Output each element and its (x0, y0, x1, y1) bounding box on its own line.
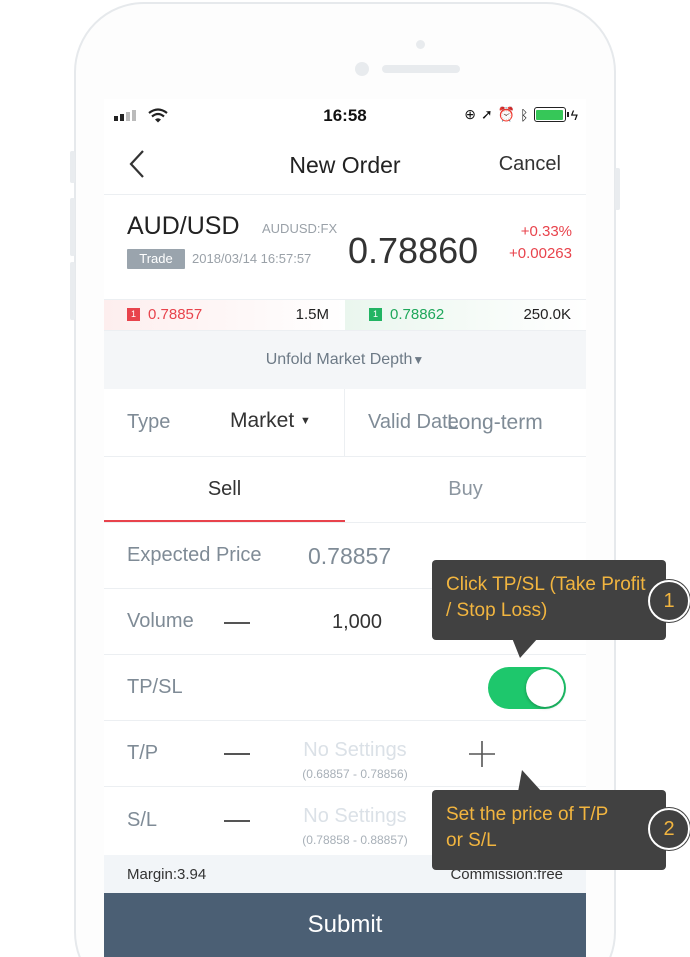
submit-label: Submit (307, 911, 383, 938)
charging-icon: ϟ (570, 106, 578, 123)
nav-bar: New Order Cancel (104, 133, 586, 195)
order-type-select[interactable]: Market ▼ (230, 409, 311, 433)
expected-price-value: 0.78857 (308, 543, 392, 569)
column-divider (344, 389, 345, 456)
ask-level-badge: 1 (369, 308, 382, 321)
tpsl-row: TP/SL (104, 655, 586, 721)
bid-level-badge: 1 (127, 308, 140, 321)
cancel-button[interactable]: Cancel (499, 153, 561, 176)
tooltip-pointer (518, 770, 542, 792)
symbol-code: AUDUSD:FX (262, 221, 338, 236)
tooltip-price-setting-text: Set the price of T/P or S/L (446, 804, 608, 851)
tab-buy-label: Buy (448, 478, 483, 500)
tp-range: (0.68857 - 0.78856) (302, 767, 408, 781)
bluetooth-icon: ᛒ (520, 106, 529, 123)
take-profit-row: T/P No Settings (0.68857 - 0.78856) (104, 721, 586, 787)
unfold-label: Unfold Market Depth (265, 351, 413, 368)
status-bar: 16:58 ⊕ ➚ ⏰ ᛒ ϟ (104, 99, 586, 133)
sl-decrease-button[interactable] (224, 820, 250, 822)
tp-decrease-button[interactable] (224, 753, 250, 755)
ask-price: 0.78862 (390, 306, 445, 323)
bid-price: 0.78857 (148, 306, 203, 323)
order-type-value: Market (230, 409, 295, 432)
tooltip-pointer (512, 638, 538, 658)
sl-label: S/L (127, 809, 158, 831)
ask-volume: 250.0K (523, 306, 571, 323)
unfold-market-depth-button[interactable]: Unfold Market Depth▼ (104, 331, 586, 389)
expected-price-label: Expected Price (127, 544, 262, 566)
tp-increase-button[interactable] (468, 740, 496, 768)
quote-header: AUD/USD AUDUSD:FX Trade 2018/03/14 16:57… (104, 195, 586, 299)
orientation-lock-icon: ⊕ (464, 106, 476, 122)
bid-level[interactable]: 1 0.78857 1.5M (104, 300, 345, 330)
change-percent: +0.33% (520, 223, 572, 240)
caret-down-icon: ▼ (300, 415, 311, 427)
step-badge-1: 1 (648, 580, 690, 622)
front-camera (355, 62, 369, 76)
tp-label: T/P (127, 742, 159, 764)
tab-buy[interactable]: Buy (345, 457, 586, 522)
sl-input[interactable]: No Settings (295, 805, 415, 828)
caret-down-icon: ▼ (412, 353, 425, 367)
valid-date-label: Valid Date (368, 411, 459, 433)
toggle-knob (526, 669, 564, 707)
order-type-row: Type Market ▼ Valid Date Long-term (104, 389, 586, 457)
ask-level[interactable]: 1 0.78862 250.0K (345, 300, 586, 330)
valid-date-value[interactable]: Long-term (447, 411, 543, 435)
tpsl-label: TP/SL (127, 676, 183, 698)
volume-decrease-button[interactable] (224, 622, 250, 624)
margin-text: Margin:3.94 (127, 866, 207, 883)
currency-pair: AUD/USD (127, 212, 240, 240)
tpsl-toggle[interactable] (488, 667, 566, 709)
earpiece-speaker (382, 65, 460, 73)
volume-down-button (70, 262, 75, 320)
type-label: Type (127, 411, 171, 433)
power-button (615, 168, 620, 210)
submit-button[interactable]: Submit (104, 893, 586, 957)
last-price: 0.78860 (348, 230, 479, 271)
bid-volume: 1.5M (295, 306, 329, 323)
quote-timestamp: 2018/03/14 16:57:57 (192, 251, 312, 266)
mute-switch (70, 151, 75, 183)
tp-input[interactable]: No Settings (295, 739, 415, 762)
alarm-icon: ⏰ (497, 106, 516, 122)
tooltip-tpsl: Click TP/SL (Take Profit / Stop Loss) (432, 560, 666, 640)
front-sensor (416, 40, 425, 49)
volume-label: Volume (127, 610, 194, 632)
trade-status-badge: Trade (127, 249, 185, 269)
status-icons: ⊕ ➚ ⏰ ᛒ ϟ (464, 106, 578, 123)
volume-input[interactable]: 1,000 (304, 611, 410, 634)
change-absolute: +0.00263 (509, 245, 572, 262)
location-icon: ➚ (481, 106, 493, 122)
battery-icon (533, 107, 569, 122)
tab-sell-label: Sell (207, 478, 242, 500)
tooltip-tpsl-text: Click TP/SL (Take Profit / Stop Loss) (446, 574, 646, 621)
step-badge-2: 2 (648, 808, 690, 850)
side-tabs: Sell Buy (104, 457, 586, 523)
tooltip-price-setting: Set the price of T/P or S/L (432, 790, 666, 870)
market-depth-row: 1 0.78857 1.5M 1 0.78862 250.0K (104, 299, 586, 331)
sl-range: (0.78858 - 0.88857) (302, 833, 408, 847)
volume-up-button (70, 198, 75, 256)
tab-sell[interactable]: Sell (104, 457, 345, 522)
